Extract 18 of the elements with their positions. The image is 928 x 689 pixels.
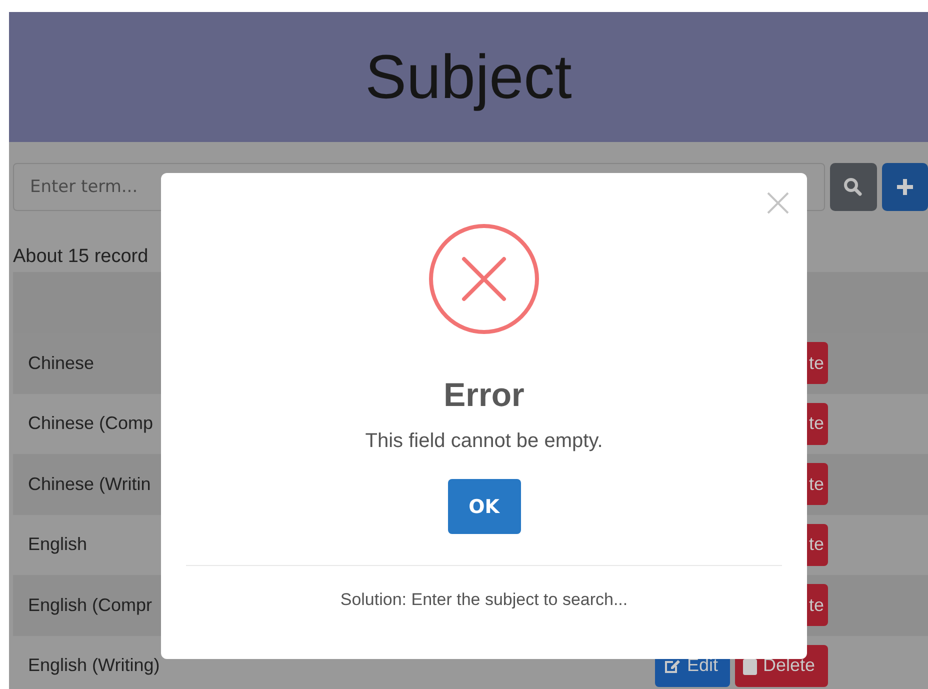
subject-name: English xyxy=(28,534,88,556)
error-icon xyxy=(428,223,540,335)
record-count: About 15 record xyxy=(13,245,150,269)
subject-name: Chinese (Writin xyxy=(28,474,151,495)
dialog-title: Error xyxy=(444,375,524,415)
trash-icon xyxy=(743,656,757,675)
plus-icon xyxy=(894,177,915,197)
page-title: Subject xyxy=(365,42,572,112)
subject-name: Chinese xyxy=(28,352,94,374)
dialog-footer: Solution: Enter the subject to search... xyxy=(340,590,628,610)
subject-name: Chinese (Comp xyxy=(28,413,154,434)
add-button[interactable] xyxy=(882,163,928,211)
search-button[interactable] xyxy=(830,163,876,211)
subject-name: English (Writing) xyxy=(28,655,160,676)
search-icon xyxy=(843,177,864,197)
subject-name: English (Compr xyxy=(28,594,152,616)
dialog-message: This field cannot be empty. xyxy=(365,429,603,454)
ok-button[interactable]: OK xyxy=(448,479,520,534)
